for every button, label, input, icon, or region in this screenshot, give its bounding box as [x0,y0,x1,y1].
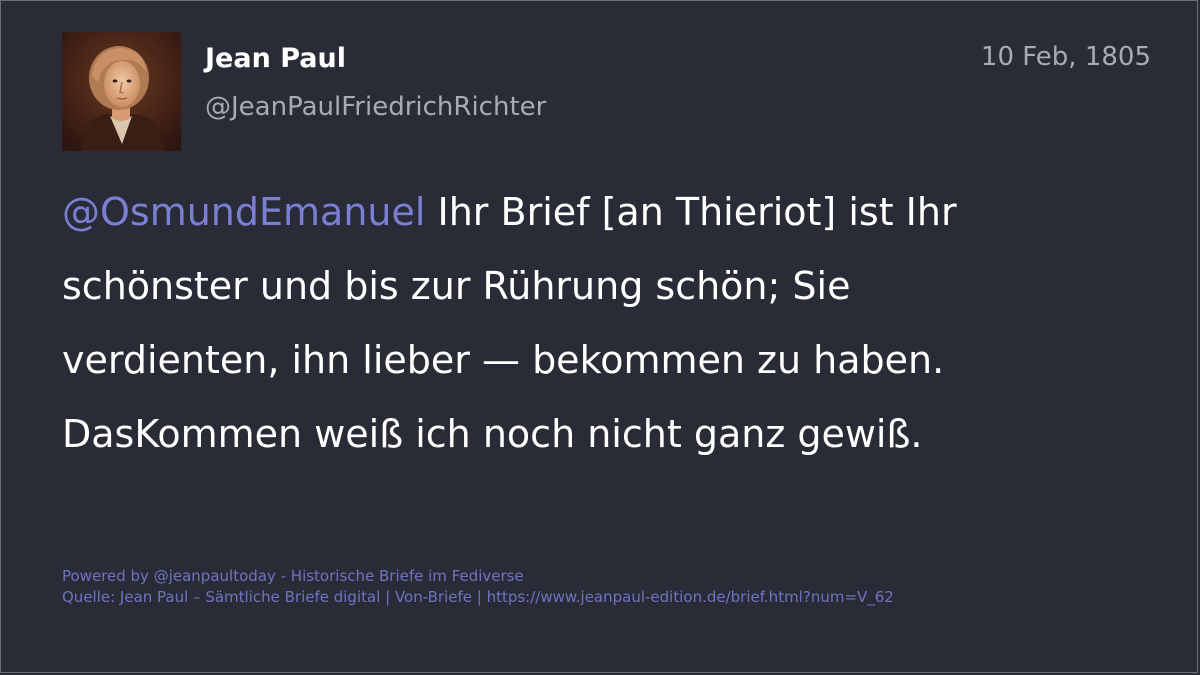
powered-by-text: Powered by @jeanpaultoday - Historische … [62,567,524,585]
post-date[interactable]: 10 Feb, 1805 [981,39,1151,75]
avatar[interactable] [62,32,181,151]
post-line-1: @OsmundEmanuel Ihr Brief [an Thieriot] i… [62,175,1122,249]
author-name[interactable]: Jean Paul [205,41,346,77]
footer: Powered by @jeanpaultoday - Historische … [62,566,894,608]
source-text: Quelle: Jean Paul – Sämtliche Briefe dig… [62,588,894,606]
post-card: Jean Paul @JeanPaulFriedrichRichter 10 F… [0,0,1198,673]
author-handle[interactable]: @JeanPaulFriedrichRichter [205,89,546,125]
post-line-3: verdienten, ihn lieber — bekommen zu hab… [62,338,945,382]
post-body: @OsmundEmanuel Ihr Brief [an Thieriot] i… [62,175,1122,471]
post-line-4: DasKommen weiß ich noch nicht ganz gewiß… [62,412,923,456]
post-line-1-text: Ihr Brief [an Thieriot] ist Ihr [425,190,957,234]
mention-link[interactable]: @OsmundEmanuel [62,190,425,234]
post-line-2: schönster und bis zur Rührung schön; Sie [62,264,851,308]
portrait-icon [62,32,181,151]
